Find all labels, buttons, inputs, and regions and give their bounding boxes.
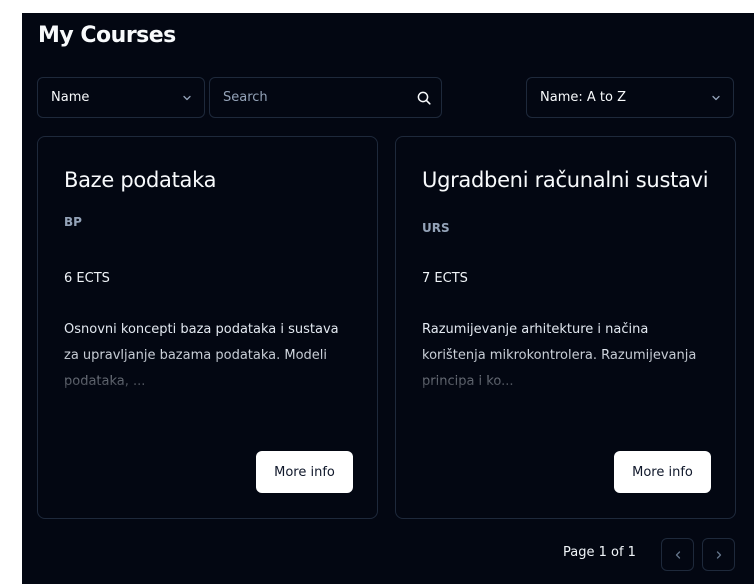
search-icon[interactable]	[417, 91, 431, 105]
course-title: Baze podataka	[64, 168, 217, 192]
course-code: URS	[422, 221, 450, 235]
course-title: Ugradbeni računalni sustavi	[422, 168, 709, 192]
previous-page-button[interactable]	[661, 538, 694, 571]
more-info-button[interactable]: More info	[614, 451, 711, 493]
next-page-button[interactable]	[702, 538, 735, 571]
chevron-down-icon	[711, 93, 721, 103]
courses-page: My Courses Name Name: A to Z Baze podata…	[22, 13, 754, 584]
page-title: My Courses	[38, 23, 176, 48]
sort-order-value: Name: A to Z	[540, 90, 626, 105]
course-ects: 6 ECTS	[64, 271, 110, 286]
sort-order-select[interactable]: Name: A to Z	[526, 77, 734, 118]
course-ects: 7 ECTS	[422, 271, 468, 286]
course-card: Ugradbeni računalni sustavi URS 7 ECTS R…	[395, 136, 736, 519]
chevron-right-icon	[714, 550, 724, 560]
course-code: BP	[64, 215, 82, 229]
filter-field-select[interactable]: Name	[37, 77, 205, 118]
chevron-left-icon	[673, 550, 683, 560]
pagination-label: Page 1 of 1	[563, 545, 636, 560]
course-description: Osnovni koncepti baza podataka i sustava…	[64, 322, 339, 389]
course-description: Razumijevanje arhitekture i načina koriš…	[422, 322, 697, 389]
course-card: Baze podataka BP 6 ECTS Osnovni koncepti…	[37, 136, 378, 519]
chevron-down-icon	[182, 93, 192, 103]
more-info-button[interactable]: More info	[256, 451, 353, 493]
search-input[interactable]	[223, 90, 403, 105]
search-box	[209, 77, 442, 118]
filter-field-value: Name	[51, 90, 90, 105]
